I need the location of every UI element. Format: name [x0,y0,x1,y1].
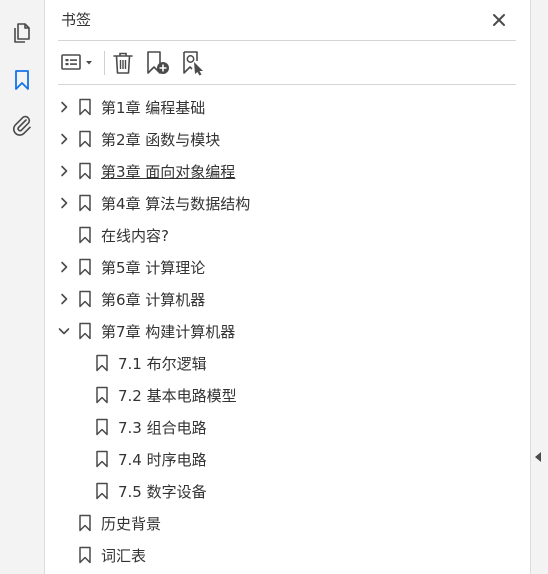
bookmark-item[interactable]: 第6章 计算机器 [46,283,530,315]
navigation-rail [0,0,45,574]
bookmark-icon [96,482,108,500]
bookmark-icon [15,70,29,90]
close-panel-button[interactable] [488,9,510,31]
chevron-right-icon[interactable] [56,195,72,211]
bookmark-label: 词汇表 [101,547,147,565]
bookmark-label: 第2章 函数与模块 [101,131,221,149]
bookmark-label: 第3章 面向对象编程 [101,163,236,181]
bookmark-label: 在线内容? [101,227,169,245]
bookmark-icon [79,130,91,148]
bookmark-icon [96,418,108,436]
bookmark-icon [79,98,91,116]
bookmark-label: 7.4 时序电路 [118,451,207,469]
bookmark-item[interactable]: 7.2 基本电路模型 [46,379,530,411]
bookmark-item[interactable]: 第4章 算法与数据结构 [46,187,530,219]
bookmarks-toolbar [46,44,530,82]
bookmark-from-selection-icon [183,51,203,76]
bookmark-label: 第1章 编程基础 [101,99,206,117]
bookmark-label: 第6章 计算机器 [101,291,206,309]
options-menu-button[interactable] [58,49,98,77]
bookmark-icon [79,514,91,532]
bookmark-item[interactable]: 在线内容? [46,219,530,251]
pages-icon [14,23,30,43]
chevron-down-icon[interactable] [56,323,72,339]
attachment-icon [13,115,31,136]
bookmark-item[interactable]: 7.5 数字设备 [46,475,530,507]
chevron-right-icon[interactable] [56,131,72,147]
bookmark-icon [79,162,91,180]
attachments-button[interactable] [8,111,36,139]
bookmark-label: 7.1 布尔逻辑 [118,355,207,373]
bookmark-icon [79,322,91,340]
toolbar-separator [104,51,105,75]
close-icon [493,14,505,26]
bookmark-item[interactable]: 历史背景 [46,507,530,539]
chevron-right-icon[interactable] [56,259,72,275]
bookmark-item[interactable]: 第2章 函数与模块 [46,123,530,155]
bookmark-icon [79,226,91,244]
delete-icon [113,52,133,74]
bookmark-item[interactable]: 7.4 时序电路 [46,443,530,475]
bookmark-label: 7.3 组合电路 [118,419,207,437]
bookmarks-button[interactable] [8,66,36,94]
pages-button[interactable] [8,19,36,47]
bookmark-label: 7.5 数字设备 [118,483,207,501]
bookmark-item[interactable]: 第3章 面向对象编程 [46,155,530,187]
bookmark-item[interactable]: 第5章 计算理论 [46,251,530,283]
new-bookmark-button[interactable] [144,49,172,77]
triangle-left-icon [535,452,541,462]
bookmark-icon [96,450,108,468]
bookmark-icon [79,290,91,308]
bookmark-label: 历史背景 [101,515,162,533]
bookmarks-panel: 书签 第1章 编程基础 第2章 函数与模块 第3章 面向对象编程 第4章 算法与… [46,0,530,574]
bookmark-icon [96,386,108,404]
right-pane-bar [530,0,548,574]
chevron-right-icon[interactable] [56,291,72,307]
bookmark-label: 第5章 计算理论 [101,259,206,277]
bookmark-icon [79,194,91,212]
toolbar-divider [58,84,516,85]
bookmark-item[interactable]: 第7章 构建计算机器 [46,315,530,347]
bookmark-icon [79,546,91,564]
bookmark-item[interactable]: 7.1 布尔逻辑 [46,347,530,379]
new-bookmark-icon [147,51,169,74]
expand-pane-button[interactable] [532,450,544,464]
bookmark-label: 第7章 构建计算机器 [101,323,236,341]
options-menu-icon [61,54,92,70]
bookmark-from-selection-button[interactable] [180,49,208,77]
chevron-right-icon[interactable] [56,163,72,179]
delete-button[interactable] [110,49,136,77]
panel-title: 书签 [61,11,92,29]
bookmark-item[interactable]: 词汇表 [46,539,530,571]
bookmark-item[interactable]: 7.3 组合电路 [46,411,530,443]
bookmark-icon [79,258,91,276]
header-divider [58,40,516,41]
panel-header: 书签 [46,0,530,40]
bookmark-item[interactable]: 第1章 编程基础 [46,91,530,123]
bookmark-label: 7.2 基本电路模型 [118,387,237,405]
chevron-right-icon[interactable] [56,99,72,115]
bookmark-icon [96,354,108,372]
bookmark-label: 第4章 算法与数据结构 [101,195,251,213]
